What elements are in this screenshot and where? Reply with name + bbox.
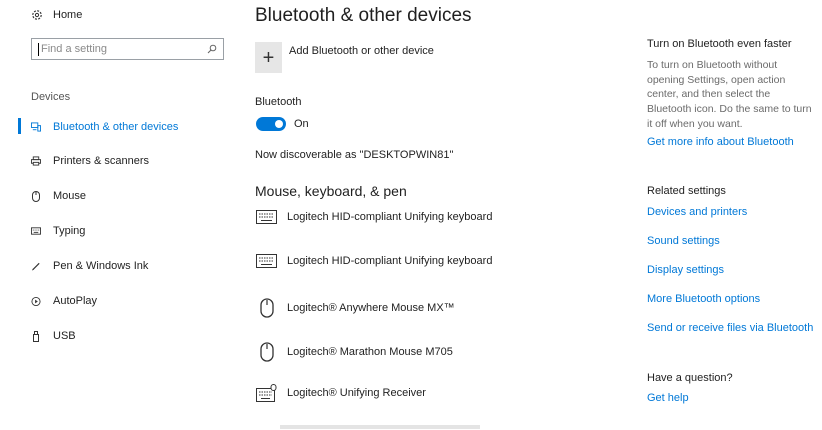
- toggle-state-label: On: [294, 118, 309, 130]
- home-nav-item[interactable]: Home: [31, 9, 82, 21]
- sidebar-item-bluetooth[interactable]: Bluetooth & other devices: [31, 119, 178, 135]
- question-title: Have a question?: [647, 372, 733, 384]
- plus-icon: +: [262, 46, 275, 69]
- sidebar-item-label: Mouse: [53, 190, 87, 202]
- text-caret: [38, 42, 39, 56]
- gear-icon: [31, 9, 43, 21]
- sidebar-item-label: USB: [53, 330, 76, 342]
- bluetooth-label: Bluetooth: [255, 96, 302, 108]
- keyboard-icon: [31, 227, 41, 235]
- device-name: Logitech® Unifying Receiver: [287, 387, 426, 399]
- sidebar-item-label: Pen & Windows Ink: [53, 260, 149, 272]
- section-title-mouse-keyboard-pen: Mouse, keyboard, & pen: [255, 183, 407, 199]
- device-name: Logitech HID-compliant Unifying keyboard: [287, 211, 493, 223]
- device-item[interactable]: Logitech® Marathon Mouse M705: [256, 342, 453, 362]
- device-item[interactable]: Logitech HID-compliant Unifying keyboard: [256, 210, 492, 224]
- sidebar-item-pen[interactable]: Pen & Windows Ink: [31, 258, 148, 274]
- device-item[interactable]: Logitech® Anywhere Mouse MX™: [256, 298, 455, 318]
- printer-icon: [31, 156, 41, 166]
- more-info-link[interactable]: Get more info about Bluetooth: [647, 136, 794, 148]
- link-more-bluetooth-options[interactable]: More Bluetooth options: [647, 293, 760, 305]
- sidebar-item-autoplay[interactable]: AutoPlay: [31, 293, 97, 309]
- toggle-knob: [275, 120, 283, 128]
- related-settings-title: Related settings: [647, 185, 726, 197]
- cut-off-next-item: [280, 425, 480, 429]
- sidebar-item-usb[interactable]: USB: [31, 328, 76, 344]
- sidebar-item-label: Bluetooth & other devices: [53, 121, 179, 133]
- device-item[interactable]: Logitech HID-compliant Unifying keyboard: [256, 254, 492, 268]
- keyboard-icon: [256, 210, 277, 224]
- search-input[interactable]: [41, 43, 207, 55]
- page-title: Bluetooth & other devices: [255, 5, 472, 26]
- add-device-button[interactable]: +: [255, 42, 282, 73]
- bluetooth-toggle[interactable]: [256, 117, 286, 131]
- discoverable-status: Now discoverable as "DESKTOPWIN81": [255, 149, 454, 161]
- mouse-icon: [256, 298, 277, 318]
- bluetooth-devices-icon: [31, 122, 41, 132]
- sidebar-item-label: AutoPlay: [53, 295, 98, 307]
- get-help-link[interactable]: Get help: [647, 392, 689, 404]
- search-icon[interactable]: [207, 44, 217, 54]
- link-devices-and-printers[interactable]: Devices and printers: [647, 206, 747, 218]
- device-name: Logitech® Anywhere Mouse MX™: [287, 302, 455, 314]
- autoplay-icon: [31, 296, 41, 307]
- mouse-icon: [256, 342, 277, 362]
- active-indicator: [18, 118, 21, 134]
- link-sound-settings[interactable]: Sound settings: [647, 235, 720, 247]
- faster-title: Turn on Bluetooth even faster: [647, 38, 792, 50]
- link-display-settings[interactable]: Display settings: [647, 264, 724, 276]
- sidebar-item-printers[interactable]: Printers & scanners: [31, 153, 149, 169]
- sidebar-item-typing[interactable]: Typing: [31, 223, 85, 239]
- sidebar-item-mouse[interactable]: Mouse: [31, 188, 86, 204]
- faster-description: To turn on Bluetooth without opening Set…: [647, 59, 812, 130]
- home-label: Home: [53, 9, 83, 21]
- sidebar: Home Devices Bluetooth & other devices: [0, 0, 240, 430]
- receiver-icon: [256, 384, 277, 402]
- devices-group-label: Devices: [31, 91, 71, 103]
- device-name: Logitech® Marathon Mouse M705: [287, 346, 453, 358]
- device-item[interactable]: Logitech® Unifying Receiver: [256, 384, 426, 402]
- link-send-receive-files[interactable]: Send or receive files via Bluetooth: [647, 322, 813, 334]
- mouse-icon: [31, 190, 41, 202]
- sidebar-item-label: Typing: [53, 225, 86, 237]
- usb-icon: [31, 330, 41, 342]
- keyboard-icon: [256, 254, 277, 268]
- pen-icon: [31, 261, 41, 272]
- search-box[interactable]: [31, 38, 224, 60]
- sidebar-item-label: Printers & scanners: [53, 155, 149, 167]
- add-device-label[interactable]: Add Bluetooth or other device: [289, 45, 434, 57]
- device-name: Logitech HID-compliant Unifying keyboard: [287, 255, 493, 267]
